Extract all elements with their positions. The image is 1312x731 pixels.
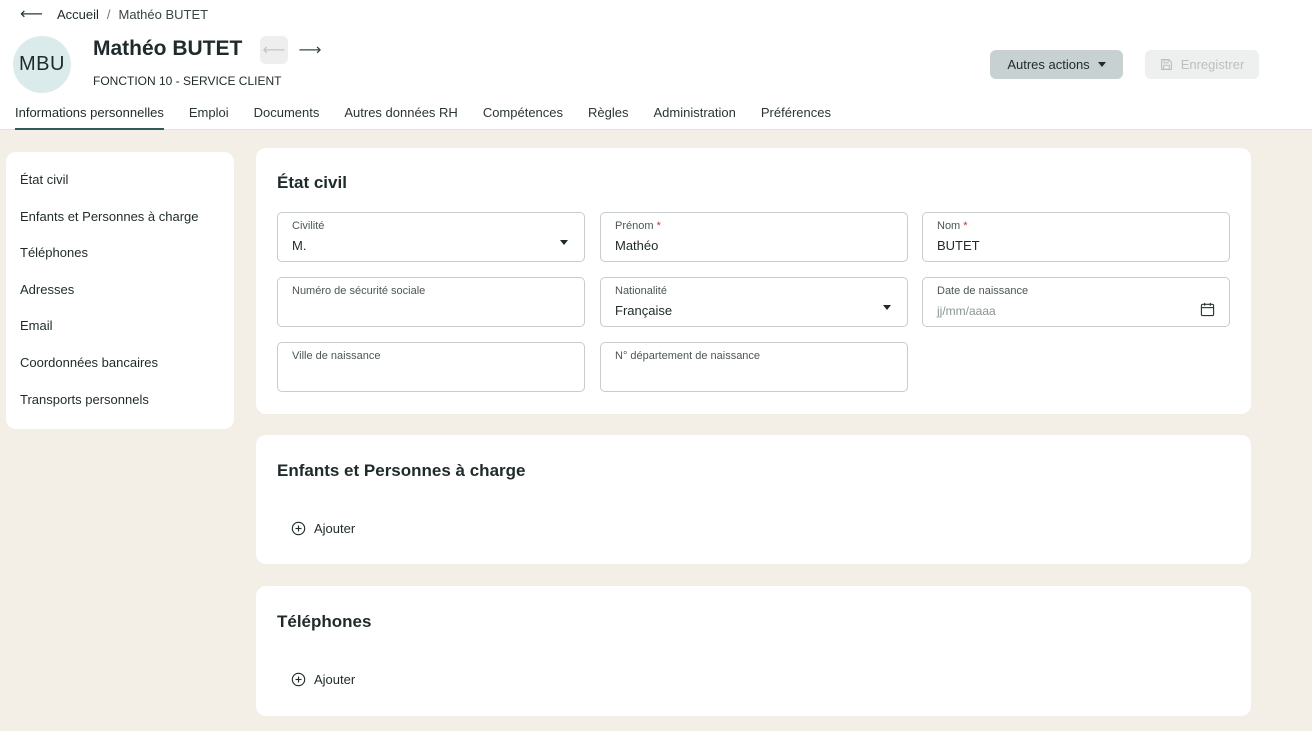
breadcrumb-separator: / xyxy=(106,6,111,22)
sidebar-item-coordonnees-bancaires[interactable]: Coordonnées bancaires xyxy=(6,355,234,392)
other-actions-label: Autres actions xyxy=(1007,57,1090,72)
ville-naissance-field[interactable]: Ville de naissance xyxy=(277,342,585,392)
nom-label: Nom * xyxy=(937,220,968,232)
tab-preferences[interactable]: Préférences xyxy=(761,105,831,130)
etat-civil-title: État civil xyxy=(277,173,347,192)
sidebar-item-etat-civil[interactable]: État civil xyxy=(6,172,234,209)
breadcrumb: ⟵ Accueil / Mathéo BUTET xyxy=(20,4,209,24)
tab-competences[interactable]: Compétences xyxy=(483,105,563,130)
previous-employee-button[interactable]: ⟵ xyxy=(260,36,288,64)
sidebar-item-adresses[interactable]: Adresses xyxy=(6,282,234,319)
required-marker: * xyxy=(963,220,968,232)
other-actions-button[interactable]: Autres actions xyxy=(990,50,1123,79)
civilite-label: Civilité xyxy=(292,220,325,232)
arrow-right-icon: ⟶ xyxy=(298,42,322,59)
add-enfant-button[interactable]: Ajouter xyxy=(291,521,355,536)
nom-value: BUTET xyxy=(937,238,980,253)
breadcrumb-home-link[interactable]: Accueil xyxy=(57,7,99,22)
departement-naissance-label: N° département de naissance xyxy=(615,350,761,362)
add-telephone-label: Ajouter xyxy=(314,672,356,687)
next-employee-button[interactable]: ⟶ xyxy=(296,36,324,64)
etat-civil-card: État civil Civilité M. Prénom * Mathéo N… xyxy=(256,148,1251,414)
save-icon xyxy=(1160,59,1172,70)
departement-naissance-field[interactable]: N° département de naissance xyxy=(600,342,908,392)
arrow-left-icon: ⟵ xyxy=(262,42,286,59)
dropdown-caret-icon xyxy=(560,240,568,245)
nationalite-value: Française xyxy=(615,303,673,318)
page-header: ⟵ Accueil / Mathéo BUTET MBU Mathéo BUTE… xyxy=(0,0,1312,130)
caret-down-icon xyxy=(1097,62,1106,67)
dropdown-caret-icon xyxy=(883,305,891,310)
nationalite-label: Nationalité xyxy=(615,285,667,297)
plus-circle-icon xyxy=(291,521,306,536)
add-enfant-label: Ajouter xyxy=(314,521,356,536)
nationalite-select[interactable]: Nationalité Française xyxy=(600,277,908,327)
tab-documents[interactable]: Documents xyxy=(254,105,320,130)
add-telephone-button[interactable]: Ajouter xyxy=(291,672,355,687)
sidebar-item-transports-personnels[interactable]: Transports personnels xyxy=(6,392,234,429)
tab-administration[interactable]: Administration xyxy=(654,105,736,130)
save-button[interactable]: Enregistrer xyxy=(1145,50,1259,79)
employee-name: Mathéo BUTET xyxy=(93,37,243,60)
breadcrumb-current: Mathéo BUTET xyxy=(118,6,209,22)
tab-bar: Informations personnelles Emploi Documen… xyxy=(15,105,856,130)
date-naissance-placeholder: jj/mm/aaaa xyxy=(937,304,996,318)
main-content: État civil Enfants et Personnes à charge… xyxy=(0,130,1312,731)
telephones-title: Téléphones xyxy=(277,612,372,631)
tab-autres-donnees-rh[interactable]: Autres données RH xyxy=(344,105,457,130)
telephones-card: Téléphones Ajouter xyxy=(256,586,1251,716)
prenom-value: Mathéo xyxy=(615,238,659,253)
date-naissance-label: Date de naissance xyxy=(937,285,1029,297)
date-naissance-field[interactable]: Date de naissance jj/mm/aaaa xyxy=(922,277,1230,327)
prenom-label: Prénom * xyxy=(615,220,661,232)
back-arrow-icon[interactable]: ⟵ xyxy=(20,4,43,24)
tab-emploi[interactable]: Emploi xyxy=(189,105,229,130)
prenom-field[interactable]: Prénom * Mathéo xyxy=(600,212,908,262)
civilite-select[interactable]: Civilité M. xyxy=(277,212,585,262)
securite-sociale-label: Numéro de sécurité sociale xyxy=(292,285,426,297)
section-sidebar: État civil Enfants et Personnes à charge… xyxy=(6,152,234,429)
tab-informations-personnelles[interactable]: Informations personnelles xyxy=(15,105,164,130)
nom-field[interactable]: Nom * BUTET xyxy=(922,212,1230,262)
employee-function: FONCTION 10 - SERVICE CLIENT xyxy=(93,74,282,88)
save-label: Enregistrer xyxy=(1180,57,1245,72)
ville-naissance-label: Ville de naissance xyxy=(292,350,381,362)
enfants-card: Enfants et Personnes à charge Ajouter xyxy=(256,435,1251,564)
sidebar-item-email[interactable]: Email xyxy=(6,318,234,355)
securite-sociale-field[interactable]: Numéro de sécurité sociale xyxy=(277,277,585,327)
plus-circle-icon xyxy=(291,672,306,687)
required-marker: * xyxy=(656,220,661,232)
enfants-title: Enfants et Personnes à charge xyxy=(277,461,526,480)
sidebar-item-telephones[interactable]: Téléphones xyxy=(6,245,234,282)
sidebar-item-enfants[interactable]: Enfants et Personnes à charge xyxy=(6,209,234,246)
tab-regles[interactable]: Règles xyxy=(588,105,628,130)
calendar-icon[interactable] xyxy=(1200,302,1215,317)
avatar: MBU xyxy=(13,36,71,93)
civilite-value: M. xyxy=(292,238,307,253)
